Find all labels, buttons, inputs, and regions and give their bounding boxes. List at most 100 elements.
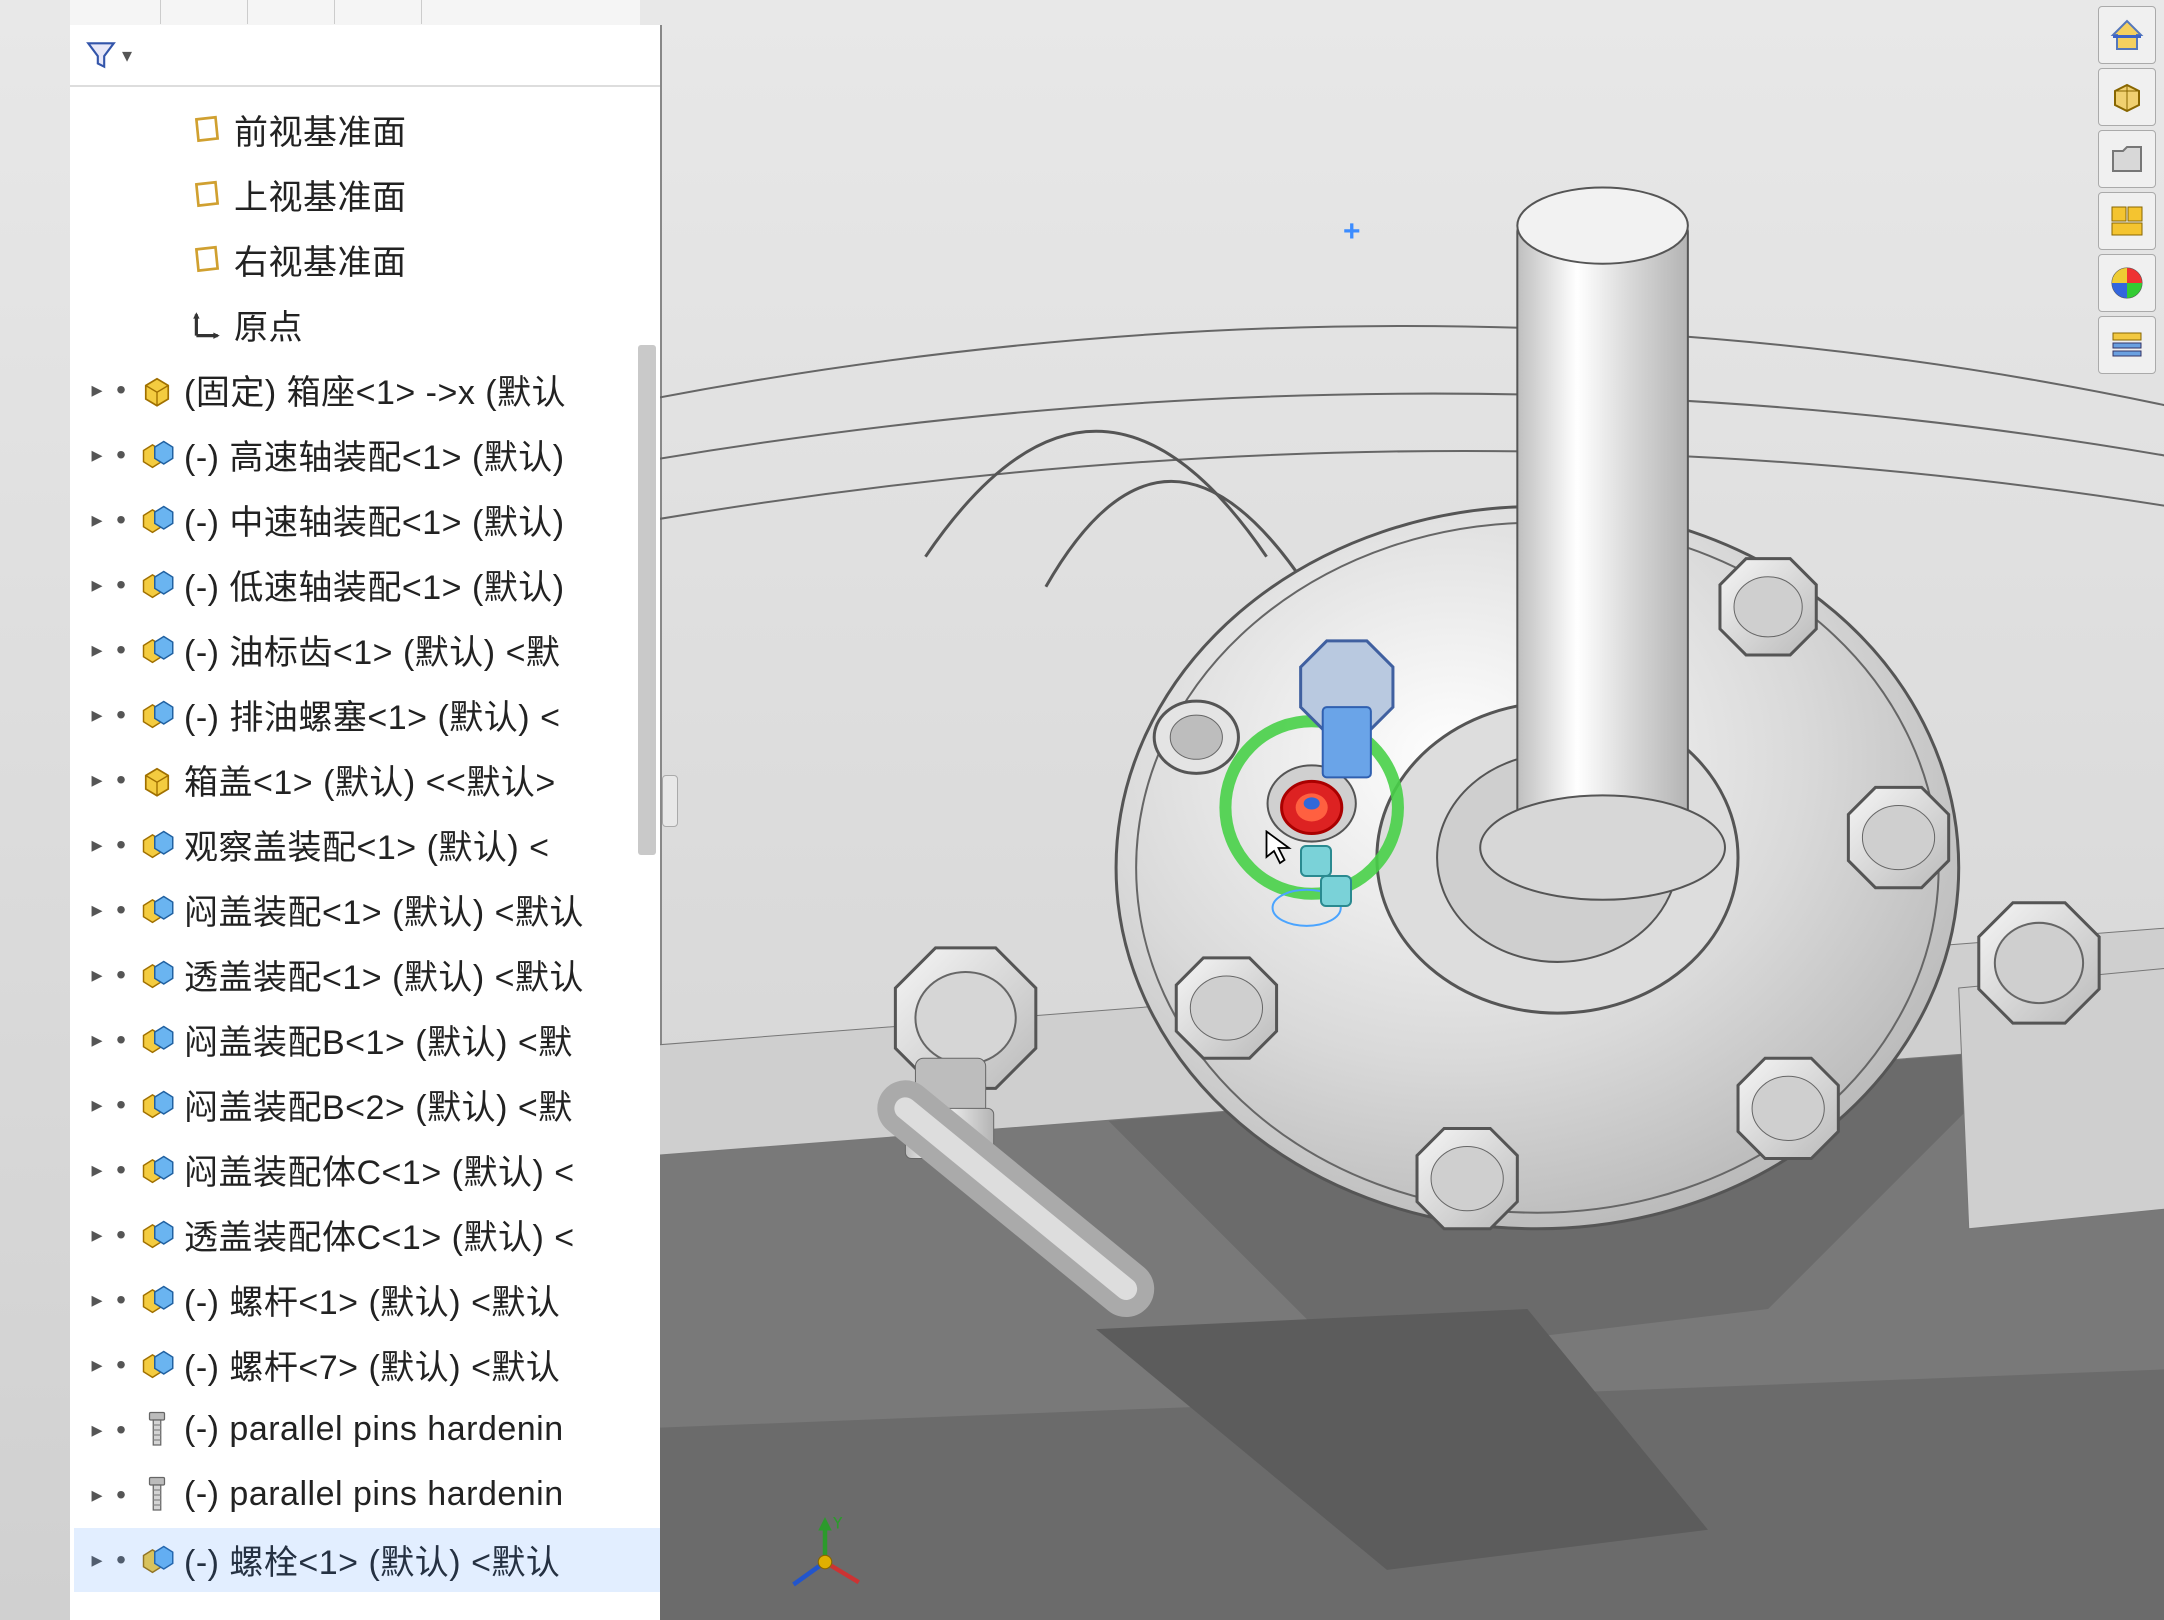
datum-plane-item[interactable]: 上视基准面 <box>74 162 660 227</box>
bullet-icon: • <box>114 1024 128 1056</box>
mate-coincident-badge-icon <box>1320 875 1352 907</box>
component-item[interactable]: ▸• 闷盖装配体C<1> (默认) < <box>74 1137 660 1202</box>
tree-item-label: (-) 油标齿<1> (默认) <默 <box>184 625 560 674</box>
feature-tree[interactable]: 前视基准面上视基准面右视基准面原点▸•(固定) 箱座<1> ->x (默认▸•(… <box>70 87 660 1592</box>
component-item[interactable]: ▸•观察盖装配<1> (默认) < <box>74 812 660 877</box>
component-item[interactable]: ▸•(-) 排油螺塞<1> (默认) < <box>74 682 660 747</box>
component-item[interactable]: ▸•(-) parallel pins hardenin <box>74 1397 660 1462</box>
tree-item-label: 闷盖装配B<1> (默认) <默 <box>184 1015 573 1064</box>
bullet-icon: • <box>114 1479 128 1511</box>
tree-item-label: (-) 螺杆<1> (默认) <默认 <box>184 1275 560 1324</box>
component-item[interactable]: ▸•透盖装配体C<1> (默认) < <box>74 1202 660 1267</box>
component-icon <box>138 1346 176 1384</box>
appearance-icon[interactable] <box>2098 254 2156 312</box>
expand-caret-icon[interactable]: ▸ <box>86 572 108 598</box>
component-icon <box>138 891 176 929</box>
bullet-icon: • <box>114 374 128 406</box>
tab-btn[interactable] <box>341 0 422 24</box>
component-item[interactable]: ▸•透盖装配<1> (默认) <默认 <box>74 942 660 1007</box>
datum-plane-item[interactable]: 右视基准面 <box>74 227 660 292</box>
tree-item-label: 箱盖<1> (默认) <<默认> <box>184 755 556 804</box>
bullet-icon: • <box>114 504 128 536</box>
component-item[interactable]: ▸• (固定) 箱座<1> ->x (默认 <box>74 357 660 422</box>
model-render <box>660 25 2164 1620</box>
bullet-icon: • <box>114 1219 128 1251</box>
bullet-icon: • <box>114 1154 128 1186</box>
component-item[interactable]: ▸• (-) 高速轴装配<1> (默认) <box>74 422 660 487</box>
feature-manager-panel: ▾ 前视基准面上视基准面右视基准面原点▸•(固定) 箱座<1> ->x (默认▸… <box>70 25 662 1620</box>
component-item[interactable]: ▸•闷盖装配<1> (默认) <默认 <box>74 877 660 942</box>
component-item[interactable]: ▸• 闷盖装配B<1> (默认) <默 <box>74 1007 660 1072</box>
bullet-icon: • <box>114 1349 128 1381</box>
component-icon <box>138 696 176 734</box>
component-item[interactable]: ▸•(-) 螺栓<1> (默认) <默认 <box>74 1527 660 1592</box>
component-item[interactable]: ▸•(-) 螺杆<1> (默认) <默认 <box>74 1267 660 1332</box>
mate-concentric-badge-icon <box>1300 845 1332 877</box>
component-icon <box>138 436 176 474</box>
bullet-icon: • <box>114 959 128 991</box>
tree-item-label: 闷盖装配B<2> (默认) <默 <box>184 1080 573 1129</box>
origin-icon <box>188 306 226 344</box>
component-icon <box>138 1216 176 1254</box>
filter-icon[interactable] <box>84 38 118 72</box>
expand-caret-icon[interactable]: ▸ <box>86 377 108 403</box>
scene-settings-icon[interactable] <box>2098 316 2156 374</box>
component-item[interactable]: ▸• (-) parallel pins hardenin <box>74 1462 660 1527</box>
plane-icon <box>188 176 226 214</box>
component-icon <box>138 1476 176 1514</box>
plane-icon <box>188 241 226 279</box>
dropdown-caret-icon[interactable]: ▾ <box>122 43 132 68</box>
tree-item-label: (-) 高速轴装配<1> (默认) <box>184 430 565 479</box>
expand-caret-icon[interactable]: ▸ <box>86 897 108 923</box>
origin-item[interactable]: 原点 <box>74 292 660 357</box>
home-icon[interactable] <box>2098 6 2156 64</box>
component-item[interactable]: ▸•(-) 螺杆<7> (默认) <默认 <box>74 1332 660 1397</box>
component-item[interactable]: ▸• (-) 中速轴装配<1> (默认) <box>74 487 660 552</box>
feature-manager-tabs[interactable] <box>70 0 640 27</box>
isometric-icon[interactable] <box>2098 68 2156 126</box>
expand-caret-icon[interactable]: ▸ <box>86 1482 108 1508</box>
expand-caret-icon[interactable]: ▸ <box>86 1417 108 1443</box>
expand-caret-icon[interactable]: ▸ <box>86 1157 108 1183</box>
tab-btn[interactable] <box>167 0 248 24</box>
tree-item-label: (-) 中速轴装配<1> (默认) <box>184 495 565 544</box>
expand-caret-icon[interactable]: ▸ <box>86 1287 108 1313</box>
component-item[interactable]: ▸•闷盖装配B<2> (默认) <默 <box>74 1072 660 1137</box>
tab-btn[interactable] <box>80 0 161 24</box>
expand-caret-icon[interactable]: ▸ <box>86 1352 108 1378</box>
graphics-viewport[interactable]: + Y <box>660 25 2164 1620</box>
tree-item-label: (-) parallel pins hardenin <box>184 1475 564 1514</box>
tree-scrollbar[interactable] <box>638 345 656 855</box>
tree-item-label: 闷盖装配体C<1> (默认) < <box>184 1145 575 1194</box>
datum-plane-item[interactable]: 前视基准面 <box>74 97 660 162</box>
tree-item-label: (固定) 箱座<1> ->x (默认 <box>184 365 566 414</box>
expand-caret-icon[interactable]: ▸ <box>86 637 108 663</box>
component-item[interactable]: ▸•(-) 低速轴装配<1> (默认) <box>74 552 660 617</box>
component-icon <box>138 631 176 669</box>
task-pane-toolbar <box>2098 6 2154 374</box>
tree-item-label: 右视基准面 <box>234 235 407 284</box>
bullet-icon: • <box>114 439 128 471</box>
component-icon <box>138 1086 176 1124</box>
display-style-icon[interactable] <box>2098 192 2156 250</box>
expand-caret-icon[interactable]: ▸ <box>86 1092 108 1118</box>
component-icon <box>138 826 176 864</box>
component-item[interactable]: ▸• 箱盖<1> (默认) <<默认> <box>74 747 660 812</box>
expand-caret-icon[interactable]: ▸ <box>86 1027 108 1053</box>
expand-caret-icon[interactable]: ▸ <box>86 767 108 793</box>
tree-item-label: (-) parallel pins hardenin <box>184 1410 564 1449</box>
expand-caret-icon[interactable]: ▸ <box>86 507 108 533</box>
expand-caret-icon[interactable]: ▸ <box>86 962 108 988</box>
bullet-icon: • <box>114 764 128 796</box>
bullet-icon: • <box>114 634 128 666</box>
expand-caret-icon[interactable]: ▸ <box>86 442 108 468</box>
triad-y-label: Y <box>832 1517 844 1532</box>
open-icon[interactable] <box>2098 130 2156 188</box>
tab-btn[interactable] <box>254 0 335 24</box>
expand-caret-icon[interactable]: ▸ <box>86 1222 108 1248</box>
expand-caret-icon[interactable]: ▸ <box>86 702 108 728</box>
component-icon <box>138 501 176 539</box>
component-item[interactable]: ▸• (-) 油标齿<1> (默认) <默 <box>74 617 660 682</box>
expand-caret-icon[interactable]: ▸ <box>86 832 108 858</box>
component-icon <box>138 371 176 409</box>
